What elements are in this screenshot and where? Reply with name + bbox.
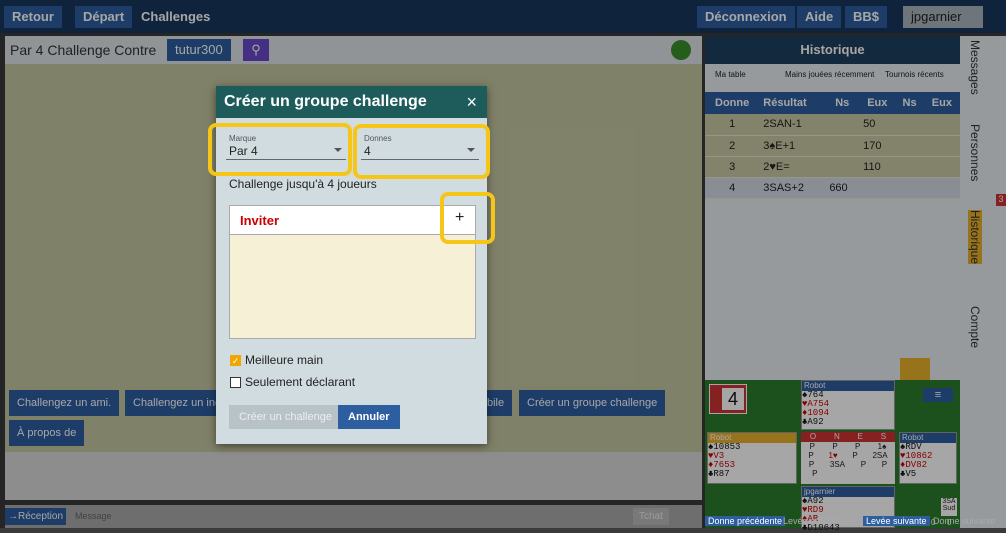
inviter-label: Inviter [240, 213, 280, 228]
modal-overlay [0, 0, 1006, 528]
seulement-label: Seulement déclarant [245, 375, 356, 389]
highlight-marque [208, 123, 352, 176]
close-icon[interactable]: × [466, 92, 477, 113]
next-deal-button[interactable]: Donne suivante [933, 516, 996, 526]
invite-header: Inviter + [229, 205, 476, 235]
dialog-title: Créer un groupe challenge [216, 86, 487, 118]
meilleure-label: Meilleure main [245, 353, 324, 367]
highlight-donnes [353, 124, 490, 179]
next-trick-button[interactable]: Levée suivante [863, 516, 930, 526]
creer-challenge-button[interactable]: Créer un challenge [229, 405, 342, 429]
annuler-button[interactable]: Annuler [338, 405, 400, 429]
prev-deal-button[interactable]: Donne précédente [705, 516, 786, 526]
meilleure-checkbox[interactable]: ✓ [230, 355, 241, 366]
nav-bar: Donne précédente Levée précédente Levée … [705, 516, 1005, 528]
seulement-checkbox[interactable] [230, 377, 241, 388]
highlight-add [440, 192, 495, 244]
max-players-text: Challenge jusqu'à 4 joueurs [229, 177, 377, 191]
invite-list [229, 235, 476, 339]
prev-trick-button[interactable]: Levée précédente [783, 516, 855, 526]
